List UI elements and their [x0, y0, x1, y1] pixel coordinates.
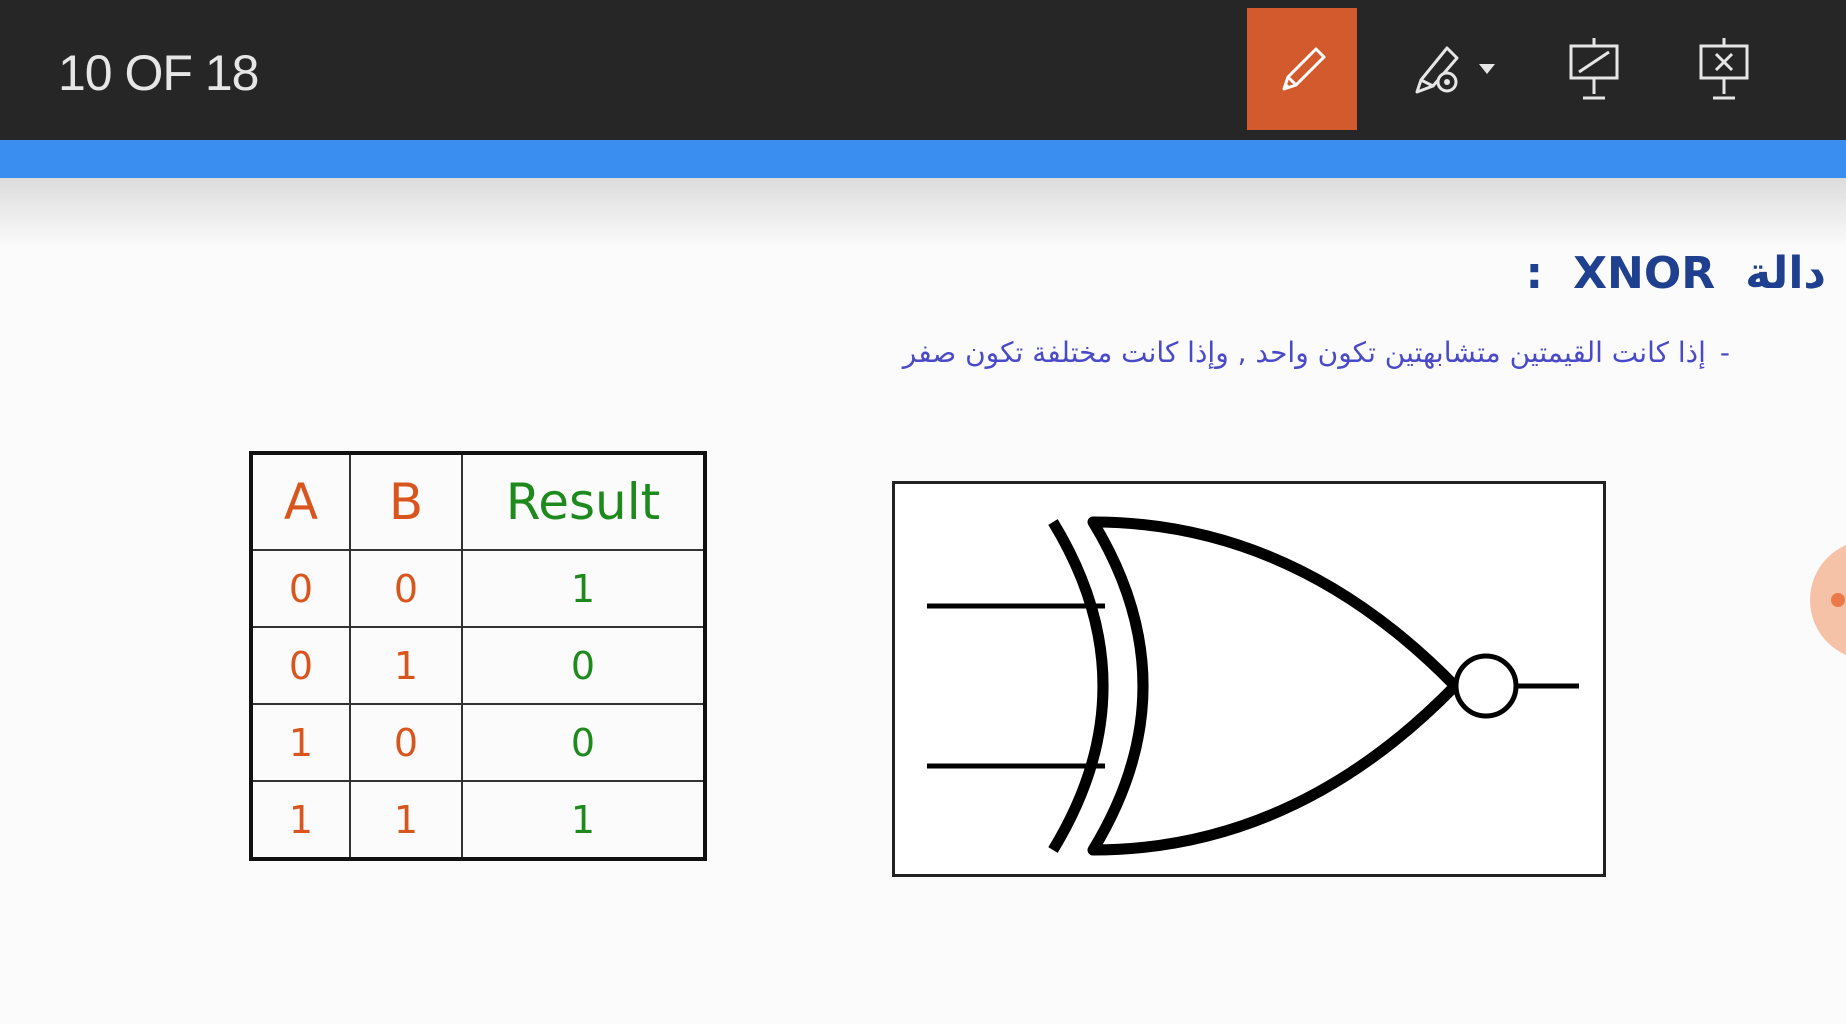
- gate-body: [1087, 516, 1461, 856]
- table-row: 1 0 0: [250, 703, 706, 782]
- cell-a: 1: [250, 780, 351, 860]
- projector-screen-icon: [1569, 38, 1619, 100]
- table-row: 1 1 1: [250, 780, 706, 860]
- subtitle-text: إذا كانت القيمتين متشابهتين تكون واحد , …: [902, 336, 1706, 369]
- cell-a: 1: [250, 703, 351, 782]
- cell-b: 0: [349, 703, 463, 782]
- heading-word: دالة: [1745, 248, 1826, 299]
- heading-colon: :: [1525, 248, 1544, 299]
- slide-subtitle: -إذا كانت القيمتين متشابهتين تكون واحد ,…: [903, 336, 1730, 369]
- end-show-button[interactable]: [1670, 8, 1780, 130]
- pointer-dot: [1831, 593, 1845, 607]
- table-header-row: A B Result: [250, 452, 706, 551]
- cell-b: 1: [349, 626, 463, 705]
- presenter-toolbar: 10 OF 18: [0, 0, 1846, 140]
- cell-b: 0: [349, 549, 463, 628]
- pen-settings-icon: [1415, 46, 1495, 94]
- slide-accent-bar: [0, 140, 1846, 178]
- heading-term: XNOR: [1573, 248, 1716, 299]
- cell-result: 1: [461, 780, 706, 860]
- header-result: Result: [461, 452, 706, 551]
- projector-button[interactable]: [1540, 8, 1650, 130]
- pen-options-button[interactable]: [1400, 8, 1510, 130]
- end-show-icon: [1699, 38, 1749, 100]
- xnor-gate-diagram: [892, 481, 1606, 877]
- cell-result: 0: [461, 626, 706, 705]
- pen-button[interactable]: [1247, 8, 1357, 130]
- cell-result: 0: [461, 703, 706, 782]
- slide-header-shadow: [0, 178, 1846, 248]
- table-row: 0 0 1: [250, 549, 706, 628]
- slide-counter: 10 OF 18: [58, 45, 259, 101]
- cell-result: 1: [461, 549, 706, 628]
- table-row: 0 1 0: [250, 626, 706, 705]
- chevron-down-icon: [1479, 64, 1495, 74]
- gate-bubble: [1453, 653, 1519, 719]
- cell-b: 1: [349, 780, 463, 860]
- cell-a: 0: [250, 626, 351, 705]
- xnor-gate-symbol: [927, 516, 1579, 856]
- header-b: B: [349, 452, 463, 551]
- slide-heading: دالة XNOR:: [1126, 248, 1826, 318]
- gate-xor-curve: [1048, 519, 1109, 853]
- cell-a: 0: [250, 549, 351, 628]
- pen-icon: [1282, 47, 1326, 91]
- header-a: A: [250, 452, 351, 551]
- subtitle-dash: -: [1719, 336, 1730, 369]
- truth-table: A B Result 0 0 1 0 1 0 1 0 0 1 1 1: [249, 451, 707, 861]
